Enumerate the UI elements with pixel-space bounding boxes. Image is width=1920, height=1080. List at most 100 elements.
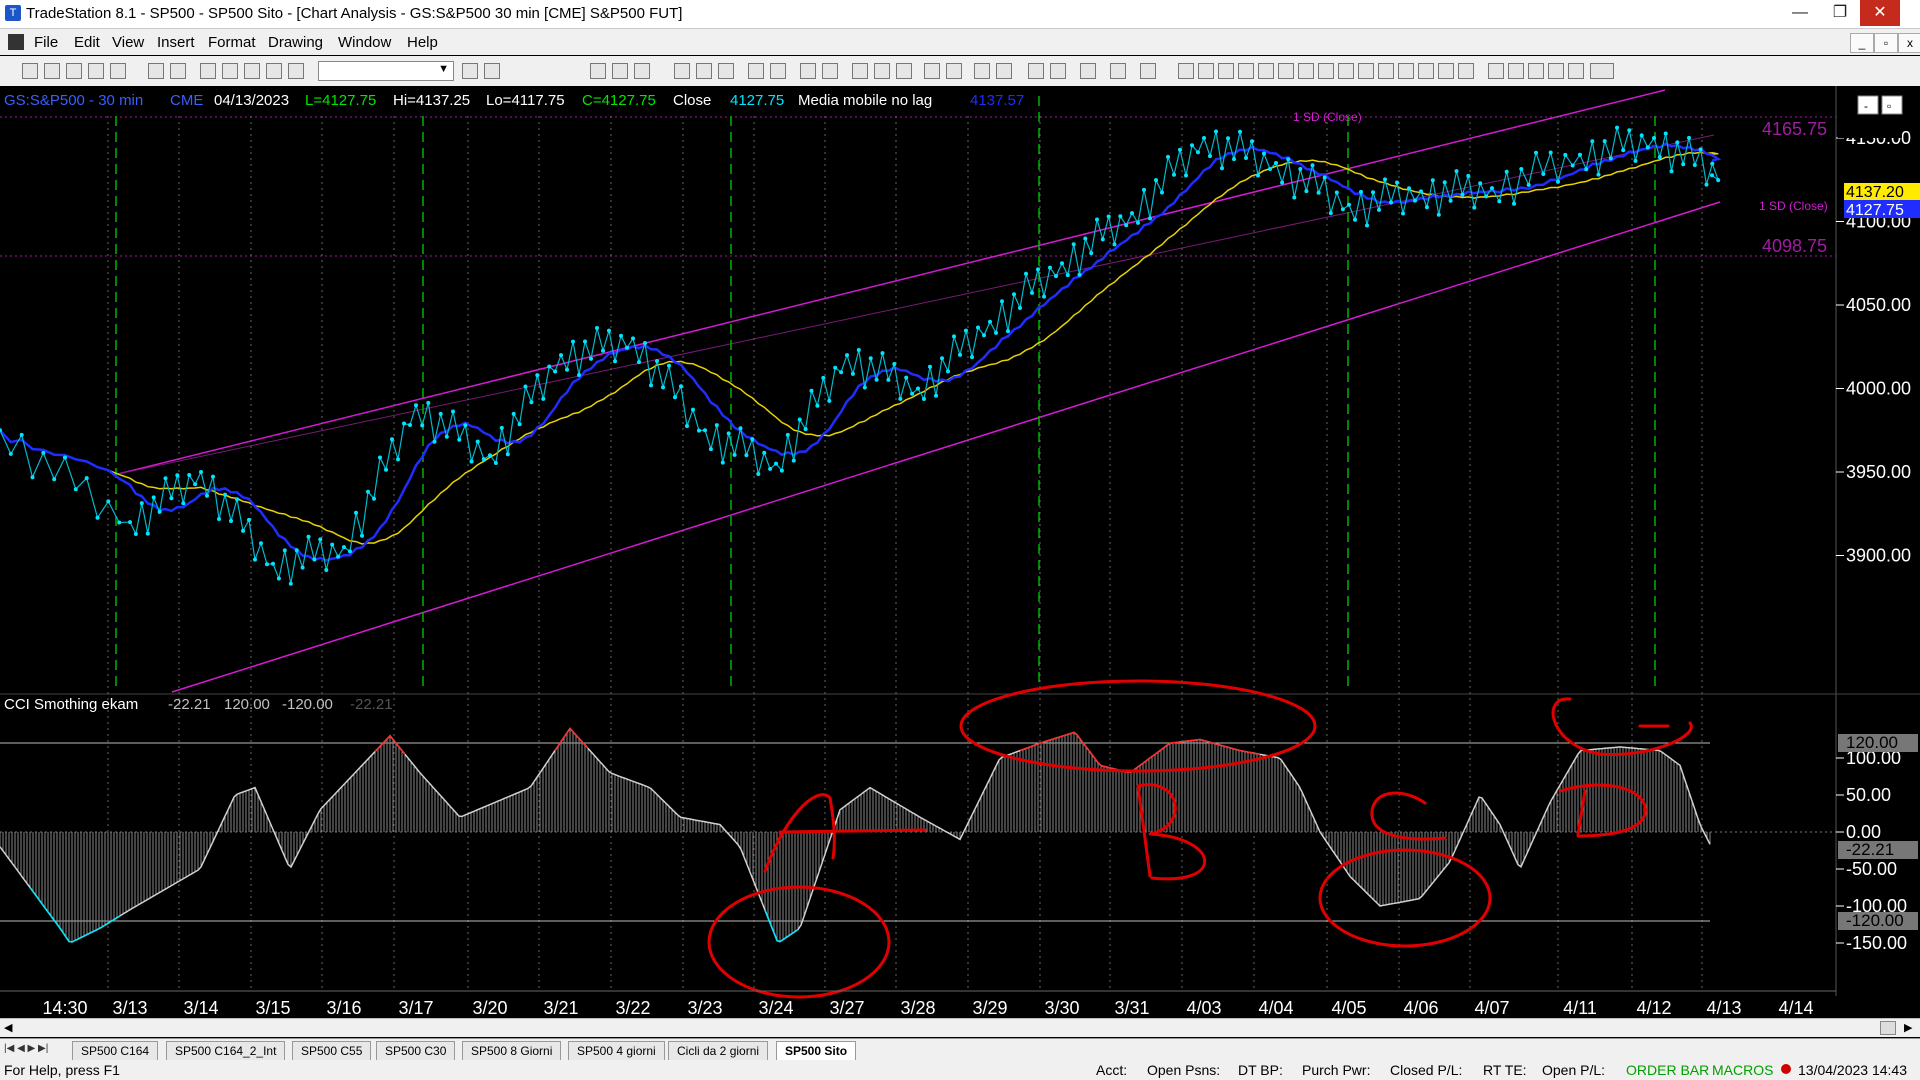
text-tool-icon[interactable] [1590, 63, 1614, 79]
crosshair-icon[interactable] [1050, 63, 1066, 79]
lock-icon[interactable] [244, 63, 260, 79]
arrow-up-icon[interactable] [1528, 63, 1544, 79]
gann-icon[interactable] [1278, 63, 1294, 79]
chart-style-icon[interactable] [718, 63, 734, 79]
menu-window[interactable]: Window [338, 34, 391, 51]
menu-file[interactable]: File [34, 34, 58, 51]
menu-drawing[interactable]: Drawing [268, 34, 323, 51]
chart-svg[interactable]: GS:S&P500 - 30 min CME 04/13/2023 L=4127… [0, 86, 1920, 1034]
toolbar-button-7[interactable] [874, 63, 890, 79]
ellipse-icon[interactable] [1548, 63, 1564, 79]
bar-spacing-wide-icon[interactable] [946, 63, 962, 79]
new-window-icon[interactable] [88, 63, 104, 79]
chart-bars-icon[interactable] [696, 63, 712, 79]
trendline-icon[interactable] [1178, 63, 1194, 79]
price-point [1652, 136, 1656, 140]
toolbar-button-8[interactable] [896, 63, 912, 79]
menu-edit[interactable]: Edit [74, 34, 100, 51]
zoom-in-icon[interactable] [974, 63, 990, 79]
arrow-right-icon[interactable] [462, 63, 478, 79]
refresh-icon[interactable] [200, 63, 216, 79]
date-tick-label: 4/06 [1403, 998, 1438, 1018]
mdi-restore-button[interactable]: ▫ [1874, 33, 1898, 53]
save-icon[interactable] [148, 63, 164, 79]
indicator-icon[interactable] [748, 63, 764, 79]
menu-format[interactable]: Format [208, 34, 256, 51]
macro-icon[interactable] [266, 63, 282, 79]
tab-nav-icons[interactable]: |◀ ◀ ▶ ▶| [4, 1043, 48, 1054]
horizontal-arrow-icon[interactable] [1358, 63, 1374, 79]
scroll-thumb[interactable] [1880, 1021, 1896, 1035]
cci-tick-label: 0.00 [1846, 822, 1881, 842]
chart-icon[interactable] [674, 63, 690, 79]
cycle-lines-icon[interactable] [1398, 63, 1414, 79]
lower-sd-tag: 4098.75 [1762, 236, 1827, 256]
toolbar-button-6[interactable] [852, 63, 868, 79]
tab-sp500-4-giorni[interactable]: SP500 4 giorni [568, 1041, 665, 1061]
menu-help[interactable]: Help [407, 34, 438, 51]
price-point [1490, 186, 1494, 191]
price-point [229, 519, 233, 523]
fan-icon[interactable] [1438, 63, 1454, 79]
tab-sp500-c55[interactable]: SP500 C55 [292, 1041, 372, 1061]
price-point [133, 532, 138, 536]
date-tick-label: 3/23 [687, 998, 722, 1018]
tab-sp500-sito[interactable]: SP500 Sito [776, 1041, 857, 1061]
zoom-out-icon[interactable] [996, 63, 1012, 79]
toolbar-button-5[interactable] [822, 63, 838, 79]
parallel-lines-icon[interactable] [1378, 63, 1394, 79]
toolbar-button-10[interactable] [1140, 63, 1156, 79]
print-icon[interactable] [170, 63, 186, 79]
chart-close-value: 4127.75 [730, 92, 784, 109]
horizontal-scrollbar[interactable]: ◀ ▶ [0, 1018, 1920, 1037]
speed-resistance-icon[interactable] [1458, 63, 1474, 79]
price-point [1389, 200, 1393, 205]
strategy-icon[interactable] [770, 63, 786, 79]
mdi-close-button[interactable]: x [1898, 33, 1920, 53]
new-icon[interactable] [22, 63, 38, 79]
chart-area[interactable]: GS:S&P500 - 30 min CME 04/13/2023 L=4127… [0, 86, 1920, 1034]
arrow-down-icon[interactable] [1508, 63, 1524, 79]
mdi-minimize-button[interactable]: _ [1850, 33, 1874, 53]
chart-window-icon[interactable] [8, 34, 24, 50]
menu-insert[interactable]: Insert [157, 34, 195, 51]
toolbar-button-2[interactable] [612, 63, 628, 79]
scroll-right-icon[interactable]: ▶ [1904, 1021, 1912, 1034]
arc-icon[interactable] [1418, 63, 1434, 79]
speed-lines-icon[interactable] [1318, 63, 1334, 79]
regression-icon[interactable] [1338, 63, 1354, 79]
toolbar-button-1[interactable] [590, 63, 606, 79]
tab-cicli-da-2-giorni[interactable]: Cicli da 2 giorni [668, 1041, 769, 1061]
close-button[interactable]: ✕ [1860, 0, 1900, 26]
menu-view[interactable]: View [112, 34, 144, 51]
freehand-icon[interactable] [1488, 63, 1504, 79]
andrews-pitchfork-icon[interactable] [1298, 63, 1314, 79]
fibonacci-icon[interactable] [1258, 63, 1274, 79]
horizontal-lines-icon[interactable] [1218, 63, 1234, 79]
status-macros[interactable]: MACROS [1712, 1062, 1773, 1078]
tab-sp500-8-giorni[interactable]: SP500 8 Giorni [462, 1041, 562, 1061]
layout-icon[interactable] [222, 63, 238, 79]
channel-icon[interactable] [1238, 63, 1254, 79]
tab-sp500-c164[interactable]: SP500 C164 [72, 1041, 159, 1061]
pointer-icon[interactable] [1028, 63, 1044, 79]
toolbar-button-4[interactable] [800, 63, 816, 79]
minimize-button[interactable]: — [1780, 0, 1820, 26]
open-icon[interactable] [44, 63, 60, 79]
save-all-icon[interactable] [66, 63, 82, 79]
globe-icon[interactable] [288, 63, 304, 79]
cut-icon[interactable] [110, 63, 126, 79]
vertical-lines-icon[interactable] [1198, 63, 1214, 79]
scroll-left-icon[interactable]: ◀ [4, 1021, 12, 1034]
toolbar-button-3[interactable] [634, 63, 650, 79]
symbol-combo[interactable]: ▼ [318, 61, 454, 81]
toolbar-button-9[interactable] [1110, 63, 1126, 79]
binoculars-icon[interactable] [484, 63, 500, 79]
tools-icon[interactable] [1080, 63, 1096, 79]
tab-sp500-c30[interactable]: SP500 C30 [376, 1041, 456, 1061]
status-order-bar[interactable]: ORDER BAR [1626, 1062, 1709, 1078]
rectangle-icon[interactable] [1568, 63, 1584, 79]
tab-sp500-c164-2-int[interactable]: SP500 C164_2_Int [166, 1041, 286, 1061]
bar-spacing-icon[interactable] [924, 63, 940, 79]
restore-button[interactable]: ❐ [1820, 0, 1860, 26]
